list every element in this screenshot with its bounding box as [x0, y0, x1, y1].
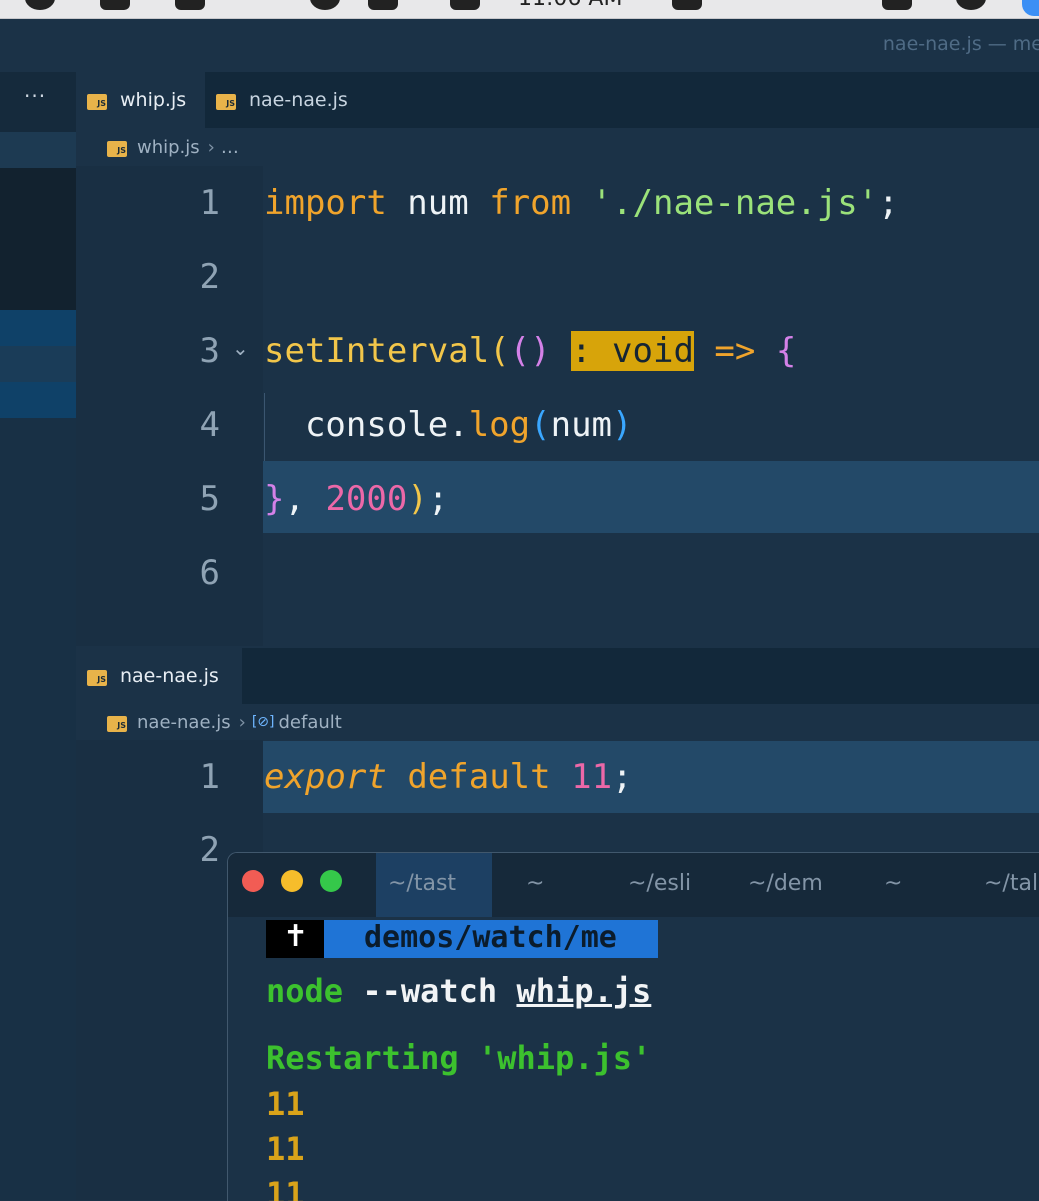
terminal-title-bar: ~/tast ~ ~/esli ~/dem ~ ~/talk	[228, 853, 1039, 917]
tab-label: whip.js	[120, 89, 187, 111]
line-number: 1	[199, 757, 220, 797]
editor-tab-bar: JS nae-nae.js	[76, 648, 1039, 704]
js-file-icon: JS	[216, 94, 236, 110]
js-file-icon: JS	[107, 141, 127, 157]
status-icon[interactable]	[882, 0, 912, 10]
line-number: 5	[199, 479, 220, 519]
status-icon[interactable]	[25, 0, 55, 10]
breadcrumb-more[interactable]: …	[221, 137, 239, 158]
symbol-variable-icon: [⊘]	[251, 714, 275, 730]
chevron-right-icon: ›	[207, 136, 215, 158]
terminal-tab[interactable]: ~/talk	[984, 871, 1039, 896]
more-actions-icon[interactable]: ···	[24, 84, 46, 108]
terminal-tab[interactable]: ~/tast	[388, 871, 456, 896]
breadcrumb-symbol[interactable]: default	[278, 712, 341, 733]
terminal-output-line: 11	[266, 1085, 305, 1123]
js-file-icon: JS	[87, 94, 107, 110]
line-number: 4	[199, 405, 220, 445]
editor-tab-bar: JS whip.js JS nae-nae.js	[76, 72, 1039, 128]
macos-menu-bar: 11:06 AM	[0, 0, 1039, 19]
window-title: nae-nae.js — me	[882, 33, 1039, 55]
sidebar-section-header[interactable]	[0, 132, 76, 168]
chevron-right-icon: ›	[238, 711, 246, 733]
breadcrumb: JS nae-nae.js › [⊘] default	[76, 704, 1039, 740]
line-number: 2	[199, 257, 220, 297]
line-number: 2	[199, 830, 220, 870]
tab-whip-js[interactable]: JS whip.js	[76, 72, 205, 128]
line-number: 6	[199, 553, 220, 593]
breadcrumb: JS whip.js › …	[76, 128, 1039, 166]
command-flag: --watch	[362, 972, 498, 1010]
status-icon[interactable]	[100, 0, 130, 10]
terminal-output-line: 11	[266, 1130, 305, 1168]
breadcrumb-file[interactable]: whip.js	[137, 137, 200, 158]
status-icon[interactable]	[310, 0, 340, 10]
breadcrumb-file[interactable]: nae-nae.js	[137, 712, 231, 733]
command-arg[interactable]: whip.js	[516, 972, 651, 1010]
prompt-cwd: demos/watch/me	[364, 920, 617, 955]
code-line-1: export default 11;	[264, 757, 633, 797]
terminal-tab[interactable]: ~	[526, 871, 544, 896]
prompt-path-segment: demos/watch/me	[324, 920, 658, 958]
line-number: 3	[199, 331, 220, 371]
sidebar: ···	[0, 72, 76, 1200]
inlay-type-hint: : void	[571, 331, 694, 371]
status-icon[interactable]	[956, 0, 986, 10]
status-icon[interactable]	[450, 0, 480, 10]
menu-bar-clock: 11:06 AM	[518, 0, 622, 11]
cross-icon: ✝	[283, 919, 309, 954]
control-center-icon[interactable]	[1022, 0, 1039, 16]
tab-label: nae-nae.js	[120, 665, 219, 687]
prompt-icon-segment: ✝	[266, 919, 324, 958]
terminal-window[interactable]: ~/tast ~ ~/esli ~/dem ~ ~/talk ✝ demos/w…	[227, 852, 1039, 1201]
status-icon[interactable]	[672, 0, 702, 10]
code-line-4: console.log(num)	[264, 405, 633, 445]
window-title-bar: nae-nae.js — me	[0, 19, 1039, 72]
status-icon[interactable]	[175, 0, 205, 10]
terminal-tab[interactable]: ~/dem	[748, 871, 823, 896]
command-program: node	[266, 972, 344, 1010]
terminal-tab[interactable]: ~	[884, 871, 902, 896]
fold-chevron-icon[interactable]: ⌄	[232, 336, 249, 360]
code-line-3: setInterval(() : void => {	[264, 331, 797, 371]
code-line-5: }, 2000);	[264, 479, 449, 519]
close-button[interactable]	[242, 870, 264, 892]
terminal-tab[interactable]: ~/esli	[628, 871, 691, 896]
line-number: 1	[199, 183, 220, 223]
js-file-icon: JS	[107, 716, 127, 732]
js-file-icon: JS	[87, 670, 107, 686]
status-icon[interactable]	[368, 0, 398, 10]
terminal-output-line: Restarting 'whip.js'	[266, 1039, 652, 1077]
tab-label: nae-nae.js	[249, 89, 348, 111]
terminal-output-line: 11	[266, 1175, 305, 1201]
tab-nae-nae-js[interactable]: JS nae-nae.js	[76, 648, 242, 704]
code-line-1: import num from './nae-nae.js';	[264, 183, 899, 223]
sidebar-panel	[0, 418, 76, 1200]
minimize-button[interactable]	[281, 870, 303, 892]
zoom-button[interactable]	[320, 870, 342, 892]
terminal-command: node --watch whip.js	[266, 972, 651, 1010]
tab-nae-nae-js[interactable]: JS nae-nae.js	[205, 72, 357, 128]
